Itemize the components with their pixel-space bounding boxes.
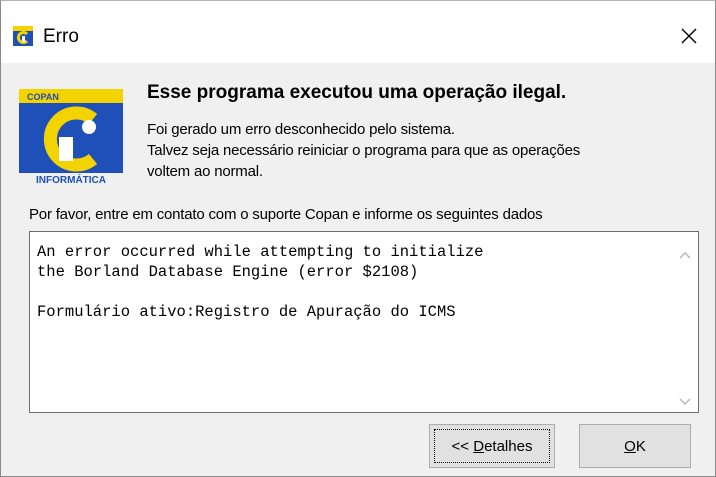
ok-mnemonic: O xyxy=(624,437,636,455)
description-line: Talvez seja necessário reiniciar o progr… xyxy=(147,142,581,159)
ok-button-label: OK xyxy=(624,438,646,455)
description-line: Foi gerado um erro desconhecido pelo sis… xyxy=(147,121,455,138)
ok-rest: K xyxy=(635,437,646,455)
close-icon xyxy=(681,28,697,44)
error-heading: Esse programa executou uma operação ileg… xyxy=(147,82,567,103)
error-description: Foi gerado um erro desconhecido pelo sis… xyxy=(147,119,580,182)
error-details-memo[interactable]: An error occurred while attempting to in… xyxy=(29,231,699,413)
scroll-up-button[interactable] xyxy=(678,247,692,259)
contact-instructions: Por favor, entre em contato com o suport… xyxy=(29,206,543,223)
ok-button[interactable]: OK xyxy=(579,424,691,468)
close-button[interactable] xyxy=(671,21,707,51)
chevron-up-icon xyxy=(679,252,691,259)
focus-rectangle xyxy=(434,429,550,463)
window-title: Erro xyxy=(43,26,79,47)
logo-top-text: COPAN xyxy=(27,92,59,102)
copan-logo: COPAN INFORMÁTICA xyxy=(19,89,123,186)
chevron-down-icon xyxy=(679,398,691,405)
error-details-text[interactable]: An error occurred while attempting to in… xyxy=(37,242,483,322)
title-bar[interactable]: Erro xyxy=(1,1,715,63)
error-dialog: Erro COPAN INFORMÁTICA Esse programa exe… xyxy=(0,0,716,477)
app-icon xyxy=(13,26,33,46)
scroll-down-button[interactable] xyxy=(678,394,692,405)
details-button[interactable]: << Detalhes xyxy=(429,424,555,468)
logo-bottom-text: INFORMÁTICA xyxy=(36,173,106,185)
description-line: voltem ao normal. xyxy=(147,163,263,180)
